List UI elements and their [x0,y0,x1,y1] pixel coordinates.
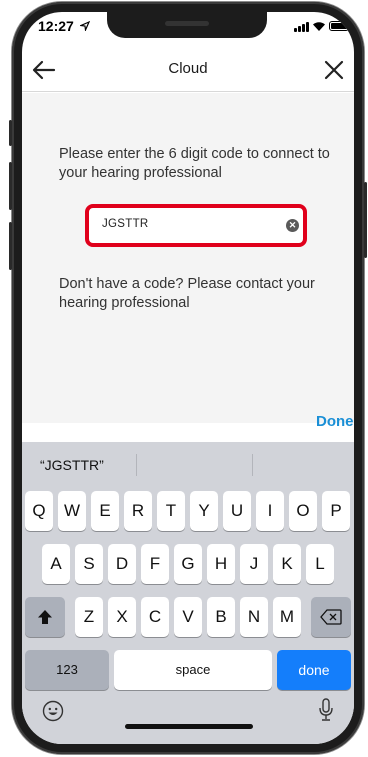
key-h[interactable]: H [207,544,235,584]
battery-icon [329,21,349,31]
instruction-text: Please enter the 6 digit code to connect… [59,146,330,181]
key-r[interactable]: R [124,491,152,531]
key-v[interactable]: V [174,597,202,637]
help-text: Don't have a code? Please contact your h… [59,276,315,311]
key-k[interactable]: K [273,544,301,584]
keyboard: “JGSTTR” Q W E R T Y U I O P A S D F G H… [22,442,354,744]
key-a[interactable]: A [42,544,70,584]
shift-arrow-icon [38,610,52,624]
key-b[interactable]: B [207,597,235,637]
suggestion-item[interactable]: “JGSTTR” [40,457,104,473]
key-d[interactable]: D [108,544,136,584]
cellular-signal-icon [294,22,309,32]
key-o[interactable]: O [289,491,317,531]
key-m[interactable]: M [273,597,301,637]
volume-down-button [9,222,12,270]
location-arrow-icon [80,21,90,31]
content-area: Please enter the 6 digit code to connect… [22,93,354,430]
done-key[interactable]: done [277,650,351,690]
suggestion-bar: “JGSTTR” [22,442,354,482]
volume-up-button [9,162,12,210]
key-n[interactable]: N [240,597,268,637]
key-y[interactable]: Y [190,491,218,531]
key-t[interactable]: T [157,491,185,531]
microphone-icon[interactable] [318,698,334,722]
emoji-icon[interactable] [42,700,64,722]
numbers-key[interactable]: 123 [25,650,109,690]
notch [107,12,267,38]
key-z[interactable]: Z [75,597,103,637]
wifi-icon [313,22,325,31]
mute-switch [9,120,12,146]
phone-screen: 12:27 Cloud Please enter the 6 digit cod… [22,12,354,744]
done-link[interactable]: Done [316,413,354,430]
backspace-icon [320,609,342,625]
close-icon[interactable] [320,56,348,84]
key-i[interactable]: I [256,491,284,531]
status-time: 12:27 [38,18,74,34]
key-l[interactable]: L [306,544,334,584]
shift-key[interactable] [25,597,65,637]
code-input[interactable]: JGSTTR ✕ [85,204,307,247]
key-j[interactable]: J [240,544,268,584]
key-q[interactable]: Q [25,491,53,531]
page-title: Cloud [168,60,208,77]
space-key[interactable]: space [114,650,272,690]
navigation-bar: Cloud [22,48,354,92]
code-input-value: JGSTTR [102,218,149,230]
key-w[interactable]: W [58,491,86,531]
status-bar: 12:27 [22,12,354,44]
key-u[interactable]: U [223,491,251,531]
key-x[interactable]: X [108,597,136,637]
home-indicator [125,724,253,729]
key-f[interactable]: F [141,544,169,584]
key-s[interactable]: S [75,544,103,584]
key-g[interactable]: G [174,544,202,584]
key-p[interactable]: P [322,491,350,531]
power-button [364,182,367,258]
key-e[interactable]: E [91,491,119,531]
key-c[interactable]: C [141,597,169,637]
clear-input-icon[interactable]: ✕ [286,219,299,232]
backspace-key[interactable] [311,597,351,637]
